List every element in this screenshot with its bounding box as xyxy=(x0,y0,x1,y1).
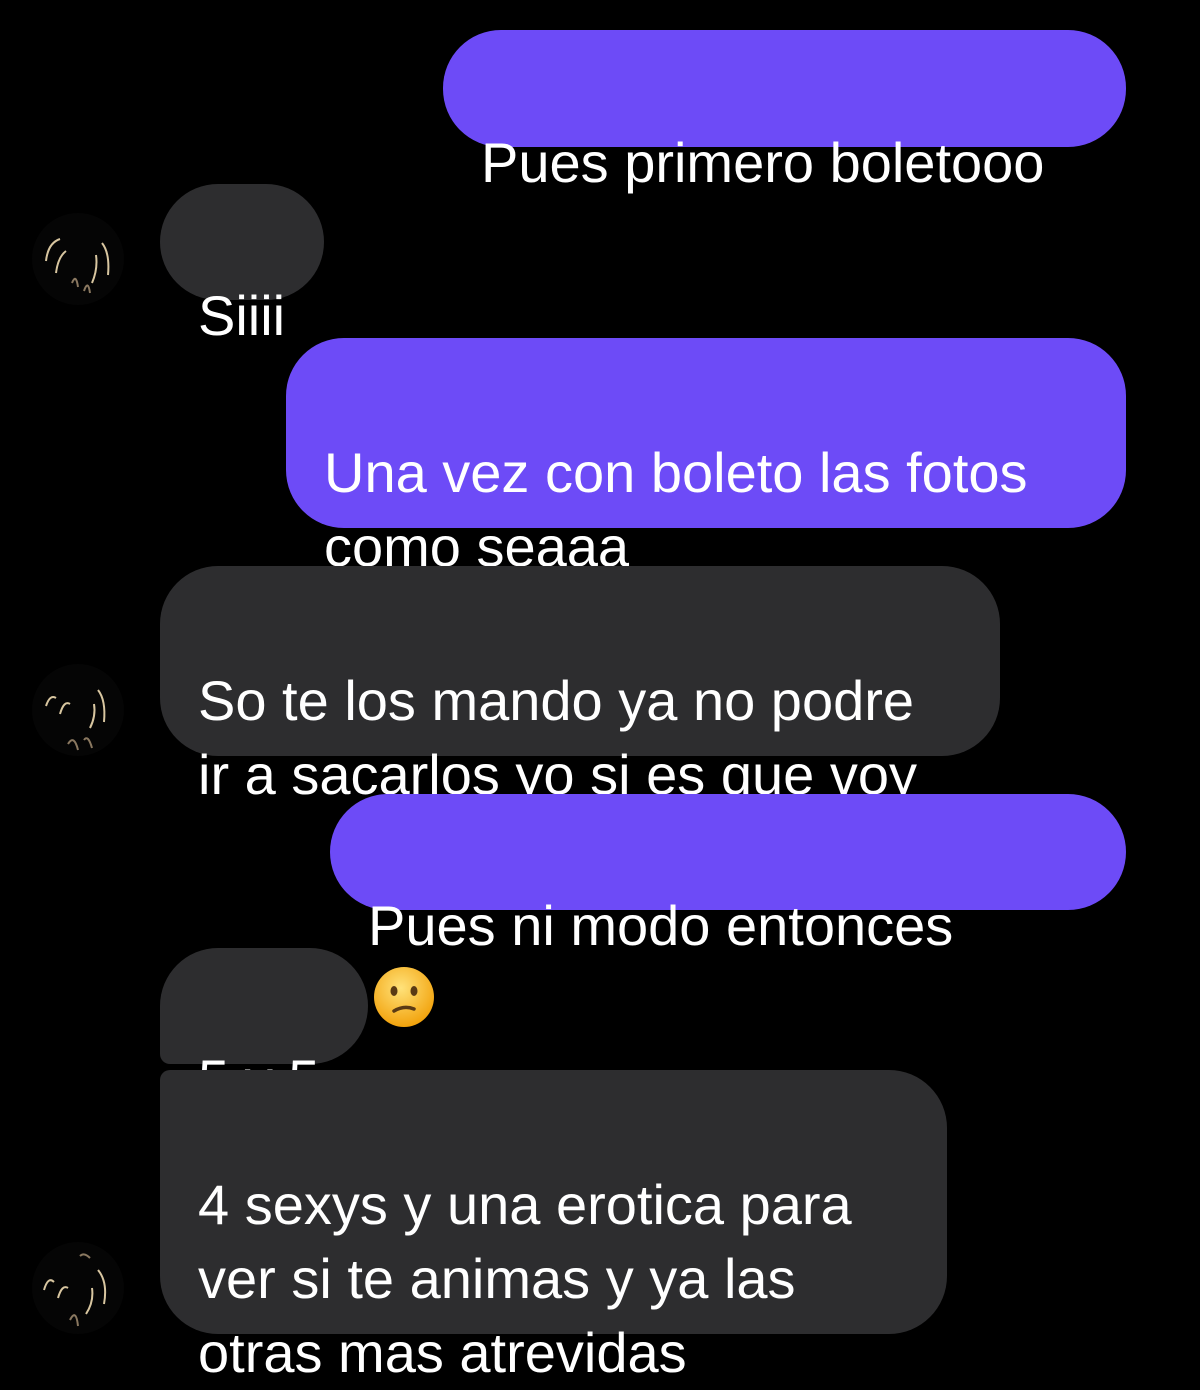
message-sent-2[interactable]: Una vez con boleto las fotos como seaaa xyxy=(286,338,1126,578)
message-received-2[interactable]: So te los mando ya no podre ir a sacarlo… xyxy=(160,566,1000,806)
message-text: Pues primero boletooo xyxy=(481,131,1045,194)
contact-avatar-icon[interactable] xyxy=(32,664,124,756)
message-sent-1[interactable]: Pues primero boletooo xyxy=(443,30,1126,194)
message-sent-3[interactable]: Pues ni modo entonces xyxy=(330,794,1126,1027)
message-text: Siiii xyxy=(198,284,286,347)
message-text: 4 sexys y una erotica para ver si te ani… xyxy=(198,1173,852,1384)
message-received-3[interactable]: 5 y 5 xyxy=(160,948,368,1111)
message-text: So te los mando ya no podre ir a sacarlo… xyxy=(198,669,917,806)
message-text: Una vez con boleto las fotos como seaaa xyxy=(324,441,1028,578)
message-received-1[interactable]: Siiii xyxy=(160,184,324,347)
contact-avatar-icon[interactable] xyxy=(32,213,124,305)
message-received-4[interactable]: 4 sexys y una erotica para ver si te ani… xyxy=(160,1070,947,1384)
confused-face-emoji xyxy=(374,967,434,1027)
contact-avatar-icon[interactable] xyxy=(32,1242,124,1334)
message-text: Pues ni modo entonces xyxy=(368,894,954,957)
